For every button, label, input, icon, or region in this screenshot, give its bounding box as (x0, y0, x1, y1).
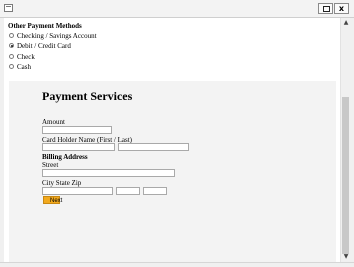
window-bottom-border (0, 262, 354, 263)
scroll-up-icon[interactable]: ▲ (342, 19, 350, 27)
payment-method-label: Check (17, 53, 35, 61)
vertical-scrollbar[interactable]: ▲ ▼ (340, 18, 350, 262)
amount-label: Amount (42, 118, 65, 126)
payment-method-checking-savings[interactable]: Checking / Savings Account (9, 31, 97, 41)
window-titlebar: x (0, 0, 354, 18)
amount-input[interactable] (42, 126, 112, 134)
page-content: Other Payment Methods Checking / Savings… (4, 18, 340, 262)
window-icon (4, 4, 13, 12)
cardholder-last-name-input[interactable] (118, 143, 189, 151)
radio-button[interactable] (9, 63, 14, 69)
payment-method-label: Checking / Savings Account (17, 32, 97, 40)
payment-method-label: Cash (17, 63, 31, 71)
radio-button-selected[interactable] (9, 42, 14, 48)
cardholder-first-name-input[interactable] (42, 143, 115, 151)
billing-address-label: Billing Address (42, 153, 88, 161)
street-input[interactable] (42, 169, 175, 177)
scroll-down-icon[interactable]: ▼ (342, 253, 350, 261)
payment-method-debit-credit[interactable]: Debit / Credit Card (9, 41, 71, 51)
state-input[interactable] (116, 187, 140, 195)
zip-input[interactable] (143, 187, 167, 195)
next-button[interactable]: Next (43, 196, 62, 204)
payment-method-label: Debit / Credit Card (17, 42, 71, 50)
payment-method-check[interactable]: Check (9, 52, 35, 62)
close-window-button[interactable]: x (334, 3, 349, 14)
payment-method-cash[interactable]: Cash (9, 62, 31, 72)
city-input[interactable] (42, 187, 113, 195)
other-payment-methods-title: Other Payment Methods (8, 22, 82, 30)
payment-services-panel: Payment Services Amount Card Holder Name… (9, 81, 336, 262)
city-state-zip-label: City State Zip (42, 179, 82, 187)
radio-button[interactable] (9, 53, 14, 59)
radio-button[interactable] (9, 32, 14, 38)
payment-services-heading: Payment Services (42, 89, 133, 103)
street-label: Street (42, 161, 59, 169)
restore-window-button[interactable] (318, 3, 333, 14)
scrollbar-thumb[interactable] (342, 97, 349, 254)
